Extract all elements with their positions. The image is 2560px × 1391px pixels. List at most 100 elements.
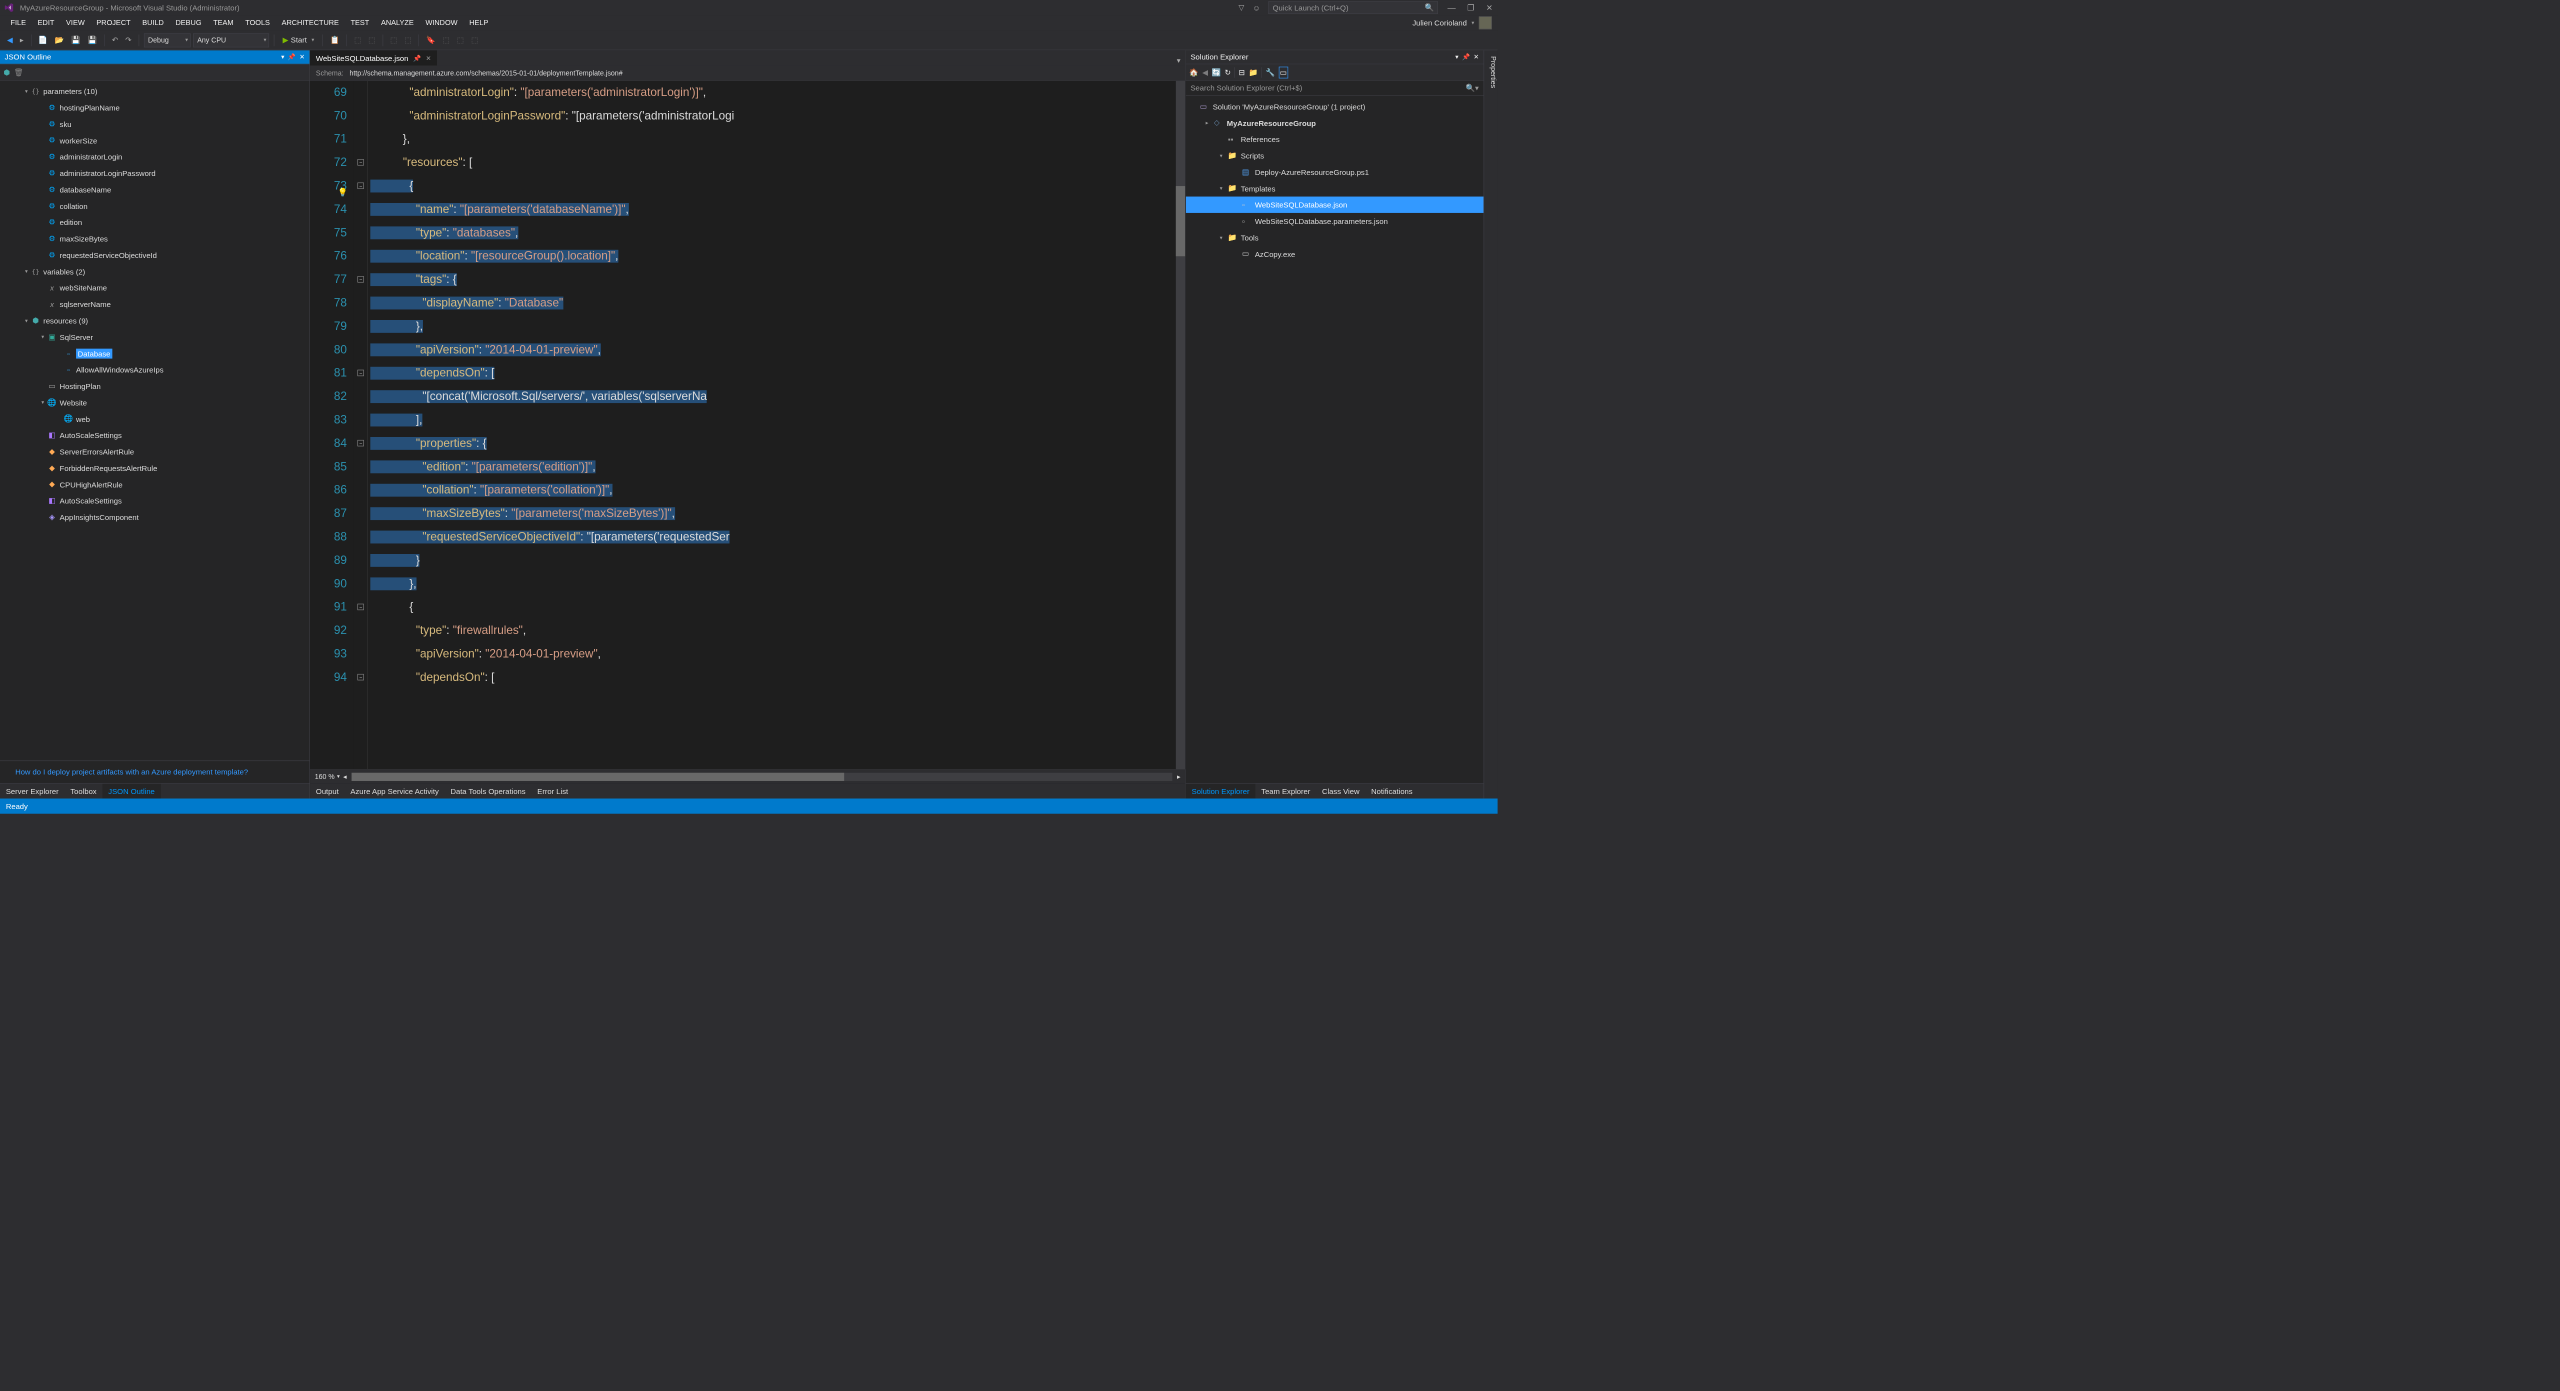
menu-file[interactable]: FILE — [5, 19, 32, 27]
open-file-button[interactable]: 📂 — [52, 34, 66, 46]
solution-node[interactable]: ▾📁Scripts — [1186, 147, 1484, 163]
menu-build[interactable]: BUILD — [136, 19, 169, 27]
outline-node[interactable]: xwebSiteName — [0, 280, 309, 296]
output-tab[interactable]: Error List — [531, 787, 574, 796]
outline-node[interactable]: ⚙administratorLogin — [0, 149, 309, 165]
solution-node[interactable]: ▸◇MyAzureResourceGroup — [1186, 115, 1484, 131]
toolbar-btn-5[interactable]: ⬚ — [402, 34, 414, 46]
panel-close-icon[interactable]: ✕ — [1473, 53, 1478, 61]
json-outline-header[interactable]: JSON Outline ▾ 📌 ✕ — [0, 50, 309, 64]
menu-tools[interactable]: TOOLS — [239, 19, 275, 27]
restore-button[interactable]: ❐ — [1467, 3, 1474, 12]
forward-button[interactable]: ▸ — [18, 34, 27, 46]
fold-column[interactable]: −−💡−−−−− — [354, 81, 368, 770]
outline-node[interactable]: ▾{}variables (2) — [0, 263, 309, 279]
panel-dropdown-icon[interactable]: ▾ — [1455, 53, 1458, 61]
toolbar-btn-9[interactable]: ⬚ — [469, 34, 481, 46]
collapse-icon[interactable]: ⊟ — [1239, 68, 1245, 77]
feedback-icon[interactable]: ☺ — [1253, 3, 1261, 12]
panel-tab[interactable]: Toolbox — [65, 784, 103, 799]
menu-debug[interactable]: DEBUG — [170, 19, 208, 27]
pin-icon[interactable]: 📌 — [1462, 53, 1470, 61]
toolbar-btn-1[interactable]: 📋 — [328, 34, 342, 46]
vertical-scrollbar[interactable] — [1176, 81, 1185, 770]
outline-node[interactable]: ⚙edition — [0, 214, 309, 230]
toolbar-btn-8[interactable]: ⬚ — [455, 34, 467, 46]
outline-node[interactable]: ⚙requestedServiceObjectiveId — [0, 247, 309, 263]
back-button[interactable]: ◀ — [5, 34, 16, 46]
solution-node[interactable]: ▭Solution 'MyAzureResourceGroup' (1 proj… — [1186, 98, 1484, 114]
platform-dropdown[interactable]: Any CPU — [193, 33, 269, 47]
outline-node[interactable]: ⚙databaseName — [0, 181, 309, 197]
outline-node[interactable]: ⚙sku — [0, 116, 309, 132]
start-button[interactable]: ▶ Start ▾ — [279, 35, 318, 44]
outline-node[interactable]: ⚙collation — [0, 198, 309, 214]
outline-node[interactable]: xsqlserverName — [0, 296, 309, 312]
scroll-right-icon[interactable]: ▸ — [1177, 772, 1181, 780]
outline-node[interactable]: ▾{}parameters (10) — [0, 83, 309, 99]
scrollbar-thumb[interactable] — [1176, 186, 1185, 256]
tab-pin-icon[interactable]: 📌 — [413, 54, 421, 62]
outline-node[interactable]: ▾🌐Website — [0, 394, 309, 410]
minimize-button[interactable]: — — [1448, 3, 1456, 12]
menu-team[interactable]: TEAM — [207, 19, 239, 27]
quick-launch-input[interactable]: Quick Launch (Ctrl+Q) 🔍 — [1269, 1, 1439, 14]
code-editor[interactable]: 6970717273747576777879808182838485868788… — [310, 81, 1185, 770]
toolbar-btn-3[interactable]: ⬚ — [366, 34, 378, 46]
solution-tree[interactable]: ▭Solution 'MyAzureResourceGroup' (1 proj… — [1186, 96, 1484, 783]
close-button[interactable]: ✕ — [1486, 3, 1493, 12]
json-outline-tree[interactable]: ▾{}parameters (10)⚙hostingPlanName⚙sku⚙w… — [0, 81, 309, 761]
tab-dropdown-icon[interactable]: ▾ — [1172, 56, 1185, 65]
menu-analyze[interactable]: ANALYZE — [375, 19, 419, 27]
menu-edit[interactable]: EDIT — [32, 19, 60, 27]
panel-tab[interactable]: Class View — [1316, 784, 1365, 799]
menu-help[interactable]: HELP — [463, 19, 494, 27]
panel-dropdown-icon[interactable]: ▾ — [281, 53, 284, 61]
toolbar-btn-6[interactable]: 🔖 — [424, 34, 438, 46]
toolbar-btn-7[interactable]: ⬚ — [440, 34, 452, 46]
outline-node[interactable]: ▾▣SqlServer — [0, 329, 309, 345]
solution-node[interactable]: ▫WebSiteSQLDatabase.parameters.json — [1186, 213, 1484, 229]
panel-tab[interactable]: Team Explorer — [1255, 784, 1316, 799]
solution-node[interactable]: ▭AzCopy.exe — [1186, 246, 1484, 262]
schema-url[interactable]: http://schema.management.azure.com/schem… — [349, 69, 622, 77]
outline-node[interactable]: ▫Database — [0, 345, 309, 361]
save-button[interactable]: 💾 — [69, 34, 83, 46]
refresh-icon[interactable]: ↻ — [1225, 68, 1231, 77]
home-icon[interactable]: 🏠 — [1189, 68, 1198, 77]
properties-icon[interactable]: 🔧 — [1266, 68, 1275, 77]
outline-node[interactable]: ▭HostingPlan — [0, 378, 309, 394]
solution-node[interactable]: ▫WebSiteSQLDatabase.json — [1186, 197, 1484, 213]
config-dropdown[interactable]: Debug — [144, 33, 191, 47]
outline-node[interactable]: 🌐web — [0, 411, 309, 427]
menu-test[interactable]: TEST — [345, 19, 375, 27]
outline-node[interactable]: ▾⬢resources (9) — [0, 312, 309, 328]
output-tab[interactable]: Output — [310, 787, 345, 796]
back-icon[interactable]: ◀ — [1202, 68, 1208, 77]
solution-node[interactable]: ▾📁Templates — [1186, 180, 1484, 196]
document-tab[interactable]: WebSiteSQLDatabase.json 📌 ✕ — [310, 50, 437, 65]
preview-icon[interactable]: ▭ — [1279, 66, 1289, 78]
deploy-help-link[interactable]: How do I deploy project artifacts with a… — [0, 760, 309, 783]
outline-node[interactable]: ⚙maxSizeBytes — [0, 230, 309, 246]
output-tab[interactable]: Data Tools Operations — [445, 787, 532, 796]
panel-tab[interactable]: Server Explorer — [0, 784, 65, 799]
outline-node[interactable]: ⚙workerSize — [0, 132, 309, 148]
outline-node[interactable]: ◧AutoScaleSettings — [0, 493, 309, 509]
outline-node[interactable]: ◆ForbiddenRequestsAlertRule — [0, 460, 309, 476]
properties-tab[interactable]: Properties — [1484, 50, 1498, 798]
scroll-left-icon[interactable]: ◂ — [343, 772, 347, 780]
outline-node[interactable]: ⚙hostingPlanName — [0, 99, 309, 115]
show-all-icon[interactable]: 📁 — [1248, 68, 1257, 77]
menu-architecture[interactable]: ARCHITECTURE — [276, 19, 345, 27]
menu-view[interactable]: VIEW — [60, 19, 90, 27]
solution-node[interactable]: ▾📁Tools — [1186, 229, 1484, 245]
delete-icon[interactable]: 🗑 — [14, 68, 24, 77]
panel-tab[interactable]: Solution Explorer — [1186, 784, 1256, 799]
solution-node[interactable]: ▤Deploy-AzureResourceGroup.ps1 — [1186, 164, 1484, 180]
solution-node[interactable]: ▪▪References — [1186, 131, 1484, 147]
menu-window[interactable]: WINDOW — [420, 19, 464, 27]
solution-search-input[interactable]: Search Solution Explorer (Ctrl+$) 🔍▾ — [1186, 81, 1484, 96]
outline-node[interactable]: ▫AllowAllWindowsAzureIps — [0, 362, 309, 378]
tab-close-icon[interactable]: ✕ — [426, 54, 431, 62]
